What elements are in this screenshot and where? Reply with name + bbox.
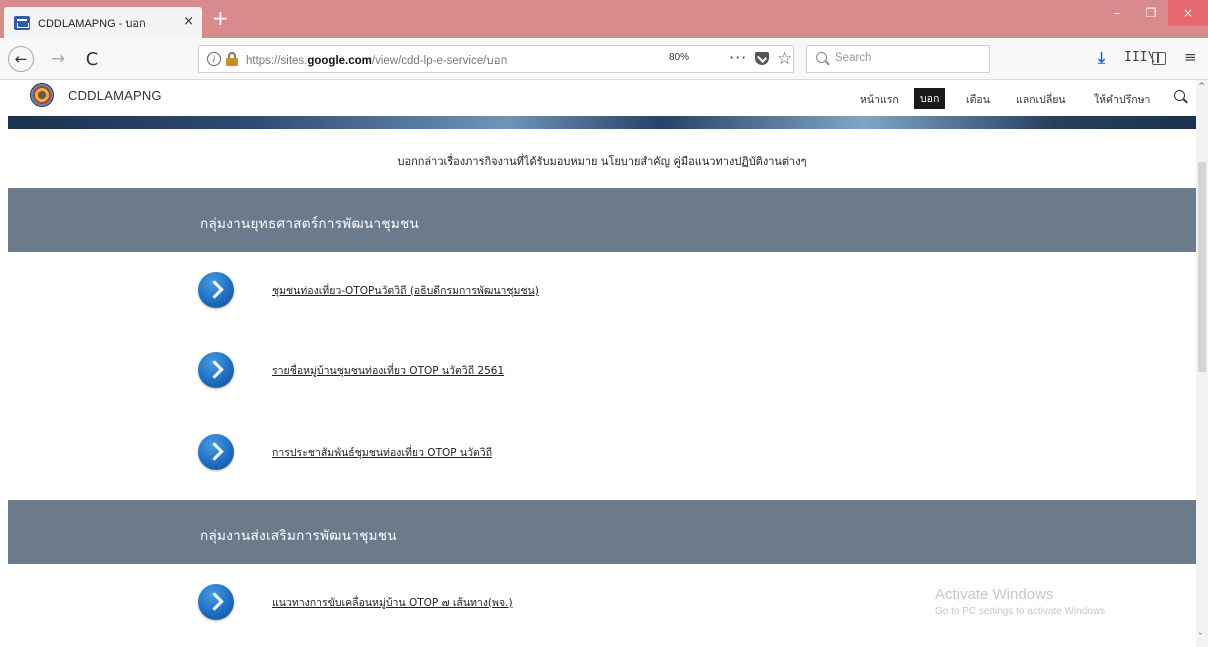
intro-text: บอกกล่าวเรื่องภารกิจงานที่ได้รับมอบหมาย … bbox=[397, 155, 807, 168]
section-title: กลุ่มงานส่งเสริมการพัฒนาชุมชน bbox=[200, 528, 397, 544]
minimize-icon[interactable]: – bbox=[1100, 0, 1134, 26]
list-item[interactable]: รายชื่อหมู่บ้านชุมชนท่องเที่ยว OTOP นวัต… bbox=[198, 350, 504, 390]
download-icon[interactable]: ⤓ bbox=[1098, 48, 1105, 68]
address-bar[interactable]: i https://sites.google.com/view/cdd-lp-e… bbox=[198, 45, 794, 73]
nav-item-bok[interactable]: บอก bbox=[914, 88, 946, 109]
chevron-right-icon[interactable] bbox=[198, 352, 234, 388]
site-search-icon[interactable] bbox=[1174, 90, 1185, 101]
list-item[interactable]: การประชาสัมพันธ์ชุมชนท่องเที่ยว OTOP นวั… bbox=[198, 432, 492, 472]
nav-item-consult[interactable]: ให้คำปรึกษา bbox=[1094, 91, 1150, 108]
document-link[interactable]: การประชาสัมพันธ์ชุมชนท่องเที่ยว OTOP นวั… bbox=[272, 444, 492, 461]
lock-icon[interactable] bbox=[226, 52, 238, 67]
chevron-right-icon[interactable] bbox=[198, 272, 234, 308]
url-text[interactable]: https://sites.google.com/view/cdd-lp-e-s… bbox=[246, 52, 507, 70]
scroll-up-icon[interactable]: ^ bbox=[1198, 82, 1206, 92]
browser-tab-active[interactable]: CDDLAMAPNG - บอก × bbox=[4, 7, 202, 38]
section-title: กลุ่มงานยุทธศาสตร์การพัฒนาชุมชน bbox=[200, 216, 420, 232]
scroll-down-icon[interactable]: ˇ bbox=[1198, 633, 1203, 643]
sidebar-toggle-icon[interactable] bbox=[1152, 52, 1166, 65]
nav-item-home[interactable]: หน้าแรก bbox=[860, 91, 899, 108]
tab-close-icon[interactable]: × bbox=[183, 15, 194, 28]
document-link[interactable]: รายชื่อหมู่บ้านชุมชนท่องเที่ยว OTOP นวัต… bbox=[272, 362, 504, 379]
back-arrow-icon[interactable]: ← bbox=[8, 46, 34, 72]
document-link[interactable]: ชุมชนท่องเที่ยว-OTOPนวัตวิถี (อธิบดีกรมก… bbox=[272, 282, 539, 299]
nav-item-exchange[interactable]: แลกเปลี่ยน bbox=[1016, 91, 1066, 108]
site-header: CDDLAMAPNG หน้าแรก บอก เตือน แลกเปลี่ยน … bbox=[8, 80, 1196, 116]
browser-tab-bar: CDDLAMAPNG - บอก × + – ❐ × bbox=[0, 0, 1208, 38]
window-controls: – ❐ × bbox=[1100, 0, 1208, 28]
hamburger-menu-icon[interactable]: ≡ bbox=[1184, 48, 1197, 66]
section-header: กลุ่มงานยุทธศาสตร์การพัฒนาชุมชน bbox=[8, 188, 1196, 252]
site-favicon-icon bbox=[14, 15, 30, 30]
chevron-right-icon[interactable] bbox=[198, 434, 234, 470]
watermark-title: Activate Windows bbox=[935, 586, 1054, 603]
list-item[interactable]: แนวทางการขับเคลื่อนหมู่บ้าน OTOP ๗ เส้นท… bbox=[198, 582, 513, 622]
library-icon[interactable]: III\ bbox=[1124, 50, 1155, 65]
section-header: กลุ่มงานส่งเสริมการพัฒนาชุมชน bbox=[8, 500, 1196, 564]
forward-arrow-icon[interactable]: → bbox=[46, 47, 70, 71]
reload-icon[interactable]: C bbox=[80, 47, 104, 71]
list-item[interactable]: ชุมชนท่องเที่ยว-OTOPนวัตวิถี (อธิบดีกรมก… bbox=[198, 270, 539, 310]
search-placeholder: Search bbox=[835, 52, 872, 64]
bookmark-star-icon[interactable]: ☆ bbox=[777, 49, 792, 69]
watermark-subtitle: Go to PC settings to activate Windows bbox=[935, 606, 1106, 617]
activation-watermark: Activate Windows Go to PC settings to ac… bbox=[935, 586, 1105, 617]
search-icon bbox=[816, 52, 827, 63]
document-link[interactable]: แนวทางการขับเคลื่อนหมู่บ้าน OTOP ๗ เส้นท… bbox=[272, 594, 513, 611]
window-close-icon[interactable]: × bbox=[1168, 0, 1208, 26]
nav-item-warn[interactable]: เตือน bbox=[966, 91, 990, 108]
browser-toolbar: ← → C i https://sites.google.com/view/cd… bbox=[0, 38, 1208, 80]
new-tab-icon[interactable]: + bbox=[212, 8, 229, 28]
zoom-level[interactable]: 80% bbox=[669, 52, 689, 63]
page-scrollbar[interactable]: ^ ˇ bbox=[1196, 80, 1208, 647]
site-name[interactable]: CDDLAMAPNG bbox=[68, 88, 162, 103]
restore-icon[interactable]: ❐ bbox=[1134, 0, 1168, 26]
info-icon[interactable]: i bbox=[207, 52, 221, 66]
chevron-right-icon[interactable] bbox=[198, 584, 234, 620]
browser-search-input[interactable]: Search bbox=[806, 45, 990, 73]
more-actions-icon[interactable]: ··· bbox=[729, 48, 747, 67]
scroll-thumb[interactable] bbox=[1198, 162, 1206, 372]
header-banner-image bbox=[8, 116, 1196, 129]
site-logo-icon[interactable] bbox=[30, 83, 54, 107]
pocket-icon[interactable] bbox=[755, 52, 769, 65]
tab-title: CDDLAMAPNG - บอก bbox=[38, 17, 146, 30]
